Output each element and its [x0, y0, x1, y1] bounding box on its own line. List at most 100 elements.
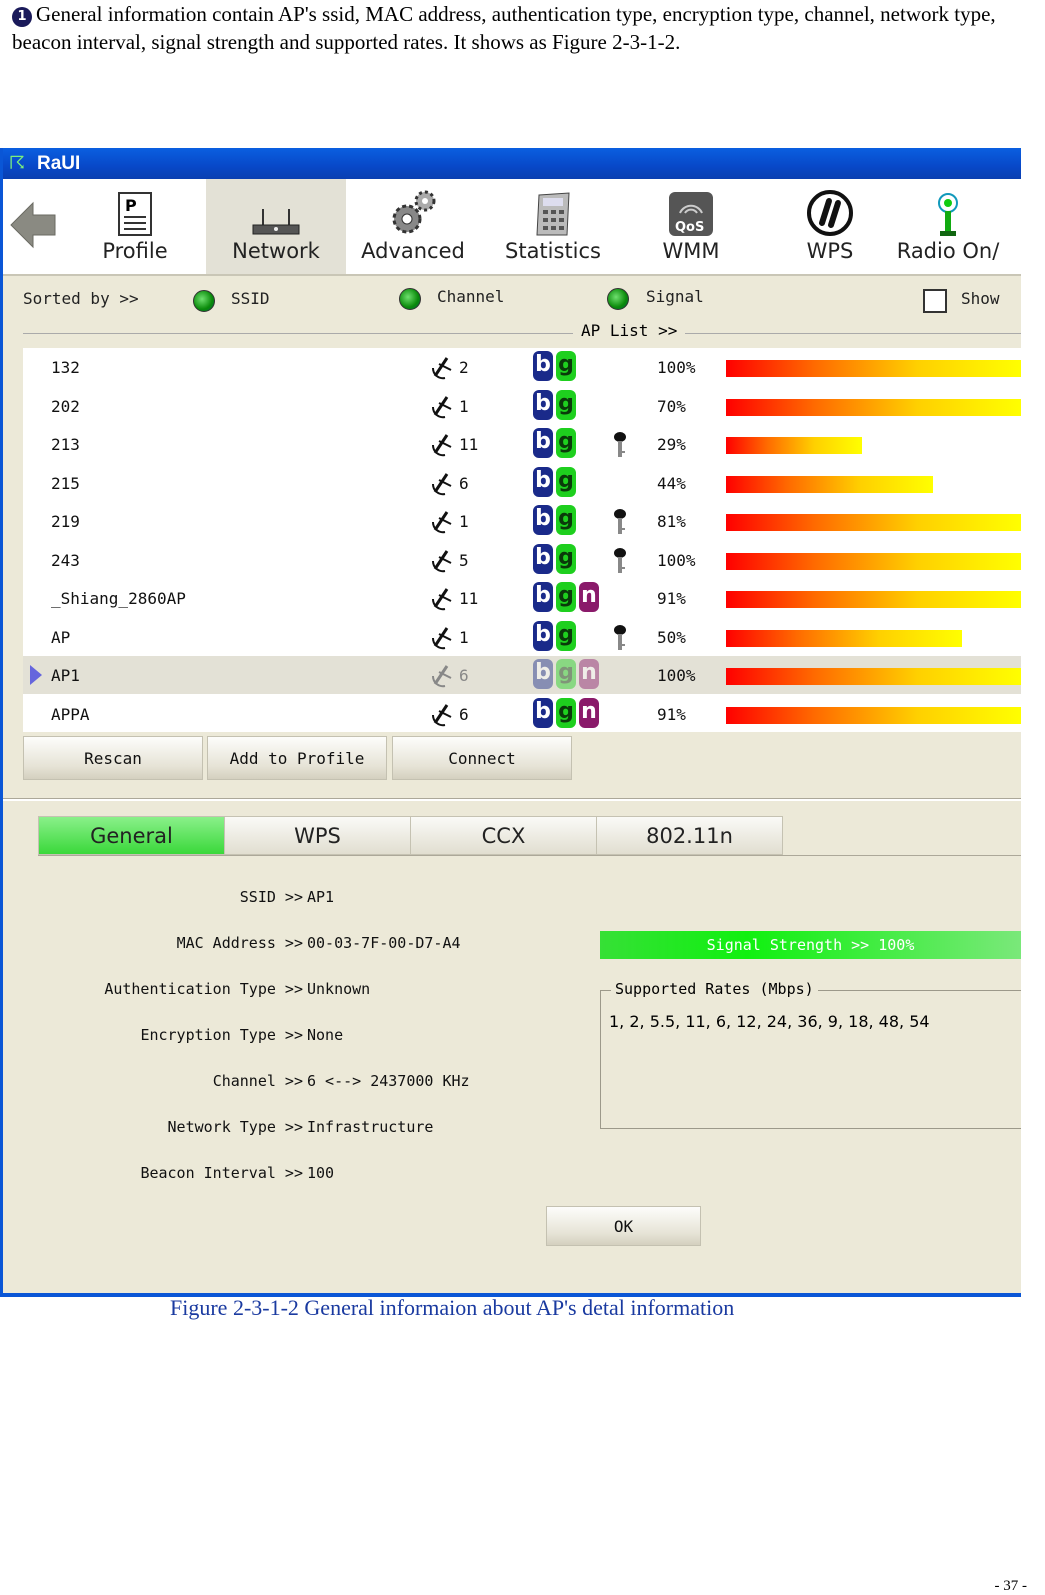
ap-ssid: AP: [51, 627, 71, 647]
enc-field-label: Encryption Type >>: [140, 1026, 303, 1044]
channel-antenna-icon: [431, 472, 457, 500]
auth-value: Unknown: [307, 980, 371, 998]
mode-g-icon: g: [556, 428, 576, 458]
ap-channel: 2: [431, 354, 469, 384]
auth-field-label: Authentication Type >>: [104, 980, 303, 998]
app-logo-icon: ☈: [9, 152, 26, 174]
mode-g-icon: g: [556, 543, 576, 574]
supported-rates-title: Supported Rates (Mbps): [611, 980, 818, 998]
channel-antenna-icon: [431, 357, 457, 384]
toolbar-profile-button[interactable]: P Profile: [65, 179, 205, 274]
connect-button[interactable]: Connect: [392, 736, 572, 780]
toolbar-wmm-button[interactable]: QoS WMM: [621, 179, 761, 274]
ap-modes: bgn: [533, 582, 599, 612]
ap-signal-percent: 50%: [657, 627, 686, 647]
channel-antenna-icon: [431, 434, 457, 461]
channel-antenna-icon: [431, 511, 457, 538]
mode-b-icon: b: [533, 659, 553, 689]
numbered-bullet-icon: 1: [12, 7, 32, 27]
mode-b-icon: b: [533, 466, 553, 497]
channel-antenna-icon: [431, 549, 457, 577]
ap-ssid: 243: [51, 550, 80, 570]
encryption-key-icon: [613, 547, 627, 579]
mode-b-icon: b: [533, 351, 553, 381]
mode-g-icon: g: [556, 351, 576, 381]
mode-g-icon: g: [556, 620, 576, 651]
ap-channel: 1: [431, 624, 469, 654]
ap-row[interactable]: 219 1 b g 81%: [23, 502, 1021, 540]
rescan-button[interactable]: Rescan: [23, 736, 203, 780]
toolbar-statistics-button[interactable]: Statistics: [483, 179, 623, 274]
ssid-value: AP1: [307, 888, 335, 906]
ap-row[interactable]: APPA 6 b g n 91%: [23, 695, 1021, 733]
network-icon: [206, 179, 346, 237]
ap-channel: 6: [431, 701, 469, 731]
sort-ssid-radio[interactable]: [193, 290, 215, 312]
ap-row[interactable]: 132 2 b g 100%: [23, 348, 1021, 386]
ok-button[interactable]: OK: [546, 1206, 701, 1246]
channel-antenna-icon: [431, 395, 457, 423]
ap-modes: bg: [533, 543, 576, 574]
ap-channel: 6: [431, 662, 469, 692]
ap-row[interactable]: AP1 6 b g n 100%: [23, 656, 1021, 694]
mac-field-label: MAC Address >>: [176, 934, 303, 952]
ap-list-title: AP List >>: [573, 321, 686, 340]
raui-window: ☈ RaUI P Profile Network Advanced Statis…: [0, 148, 1021, 1297]
toolbar: P Profile Network Advanced Statistics Qo…: [3, 179, 1021, 276]
ap-ssid: APPA: [51, 704, 90, 724]
toolbar-network-button[interactable]: Network: [206, 179, 346, 274]
mode-b-icon: b: [533, 505, 553, 535]
figure-caption: Figure 2-3-1-2 General informaion about …: [170, 1295, 735, 1320]
tab-wps[interactable]: WPS: [224, 816, 411, 855]
mode-b-icon: b: [533, 389, 553, 420]
mode-n-icon: n: [579, 582, 599, 612]
ap-signal-percent: 29%: [657, 435, 686, 454]
ap-row[interactable]: 202 1 b g 70%: [23, 387, 1021, 425]
tab-ccx[interactable]: CCX: [410, 816, 597, 855]
ap-ssid: AP1: [51, 666, 80, 685]
sort-channel-radio[interactable]: [399, 288, 421, 310]
tab-80211n[interactable]: 802.11n: [596, 816, 783, 855]
mode-n-icon: n: [579, 659, 599, 689]
ap-modes: bg: [533, 620, 576, 651]
enc-value: None: [307, 1026, 344, 1044]
page-number: - 37 -: [994, 1578, 1028, 1594]
ap-channel: 11: [431, 431, 478, 461]
ap-signal-percent: 44%: [657, 473, 686, 493]
mode-g-icon: g: [556, 505, 576, 535]
sort-channel-label: Channel: [437, 287, 505, 306]
ap-modes: bgn: [533, 697, 599, 728]
ap-channel: 1: [431, 393, 469, 423]
sort-signal-radio[interactable]: [607, 288, 629, 310]
intro-paragraph: 1 General information contain AP's ssid, …: [12, 0, 1037, 56]
back-arrow-icon[interactable]: [9, 199, 57, 251]
show-checkbox[interactable]: [923, 289, 947, 313]
gears-icon: [343, 179, 483, 237]
ap-list: 132 2 b g 100% 202 1 b g 70% 213 11 b g 29% 215 6 b g 44% 21…: [23, 348, 1021, 732]
mode-g-icon: g: [556, 697, 576, 728]
ap-row[interactable]: 243 5 b g 100%: [23, 541, 1021, 579]
section-divider: [3, 798, 1021, 801]
ap-modes: bg: [533, 351, 576, 381]
tab-general[interactable]: General: [38, 816, 225, 855]
ap-signal-bar: [726, 398, 1021, 416]
sorted-by-label: Sorted by >>: [23, 289, 139, 308]
beacon-field-label: Beacon Interval >>: [140, 1164, 303, 1182]
ap-signal-bar: [726, 591, 1021, 608]
ap-row[interactable]: _Shiang_2860AP 11 b g n 91%: [23, 579, 1021, 617]
mode-b-icon: b: [533, 582, 553, 612]
ap-modes: bg: [533, 466, 576, 497]
toolbar-radio-button[interactable]: Radio On/: [878, 179, 1018, 274]
mode-g-icon: g: [556, 582, 576, 612]
ap-row[interactable]: AP 1 b g 50%: [23, 618, 1021, 656]
tab-underline: [38, 855, 1021, 856]
mode-b-icon: b: [533, 543, 553, 574]
ap-row[interactable]: 215 6 b g 44%: [23, 464, 1021, 502]
ap-row[interactable]: 213 11 b g 29%: [23, 425, 1021, 463]
ap-ssid: 219: [51, 512, 80, 531]
title-bar[interactable]: ☈ RaUI: [3, 148, 1021, 179]
encryption-key-icon: [613, 508, 627, 540]
add-to-profile-button[interactable]: Add to Profile: [207, 736, 387, 780]
ap-modes: bg: [533, 389, 576, 420]
toolbar-advanced-button[interactable]: Advanced: [343, 179, 483, 274]
